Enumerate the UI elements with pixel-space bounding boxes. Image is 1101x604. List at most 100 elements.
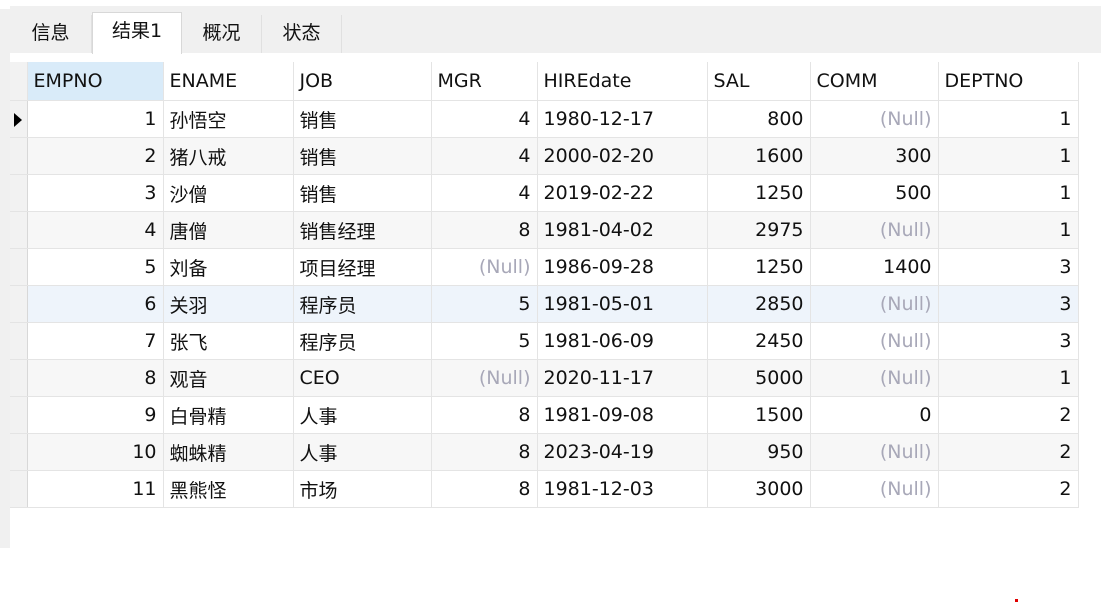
cell-ename[interactable]: 唐僧 (163, 211, 294, 249)
cell-hiredate[interactable]: 2019-02-22 (537, 174, 708, 212)
cell-comm[interactable]: (Null) (810, 211, 939, 249)
cell-sal[interactable]: 1250 (707, 248, 811, 286)
cell-hiredate[interactable]: 2020-11-17 (537, 359, 708, 397)
cell-job[interactable]: 销售 (293, 137, 432, 175)
cell-hiredate[interactable]: 1986-09-28 (537, 248, 708, 286)
cell-mgr[interactable]: 5 (431, 322, 538, 360)
cell-sal[interactable]: 1500 (707, 396, 811, 434)
cell-comm[interactable]: (Null) (810, 100, 939, 138)
table-row[interactable]: 5 刘备 项目经理 (Null) 1986-09-28 1250 1400 3 (10, 248, 1079, 286)
cell-ename[interactable]: 蜘蛛精 (163, 433, 294, 471)
cell-job[interactable]: 市场 (293, 470, 432, 508)
cell-mgr[interactable]: 8 (431, 470, 538, 508)
tab-result-1[interactable]: 结果1 (92, 12, 182, 54)
cell-deptno[interactable]: 1 (938, 359, 1079, 397)
cell-mgr[interactable]: 8 (431, 396, 538, 434)
cell-job[interactable]: 销售经理 (293, 211, 432, 249)
row-indicator[interactable] (10, 322, 28, 360)
cell-ename[interactable]: 猪八戒 (163, 137, 294, 175)
cell-hiredate[interactable]: 1980-12-17 (537, 100, 708, 138)
table-row[interactable]: 7 张飞 程序员 5 1981-06-09 2450 (Null) 3 (10, 322, 1079, 360)
cell-empno[interactable]: 11 (27, 470, 164, 508)
cell-deptno[interactable]: 1 (938, 211, 1079, 249)
cell-job[interactable]: CEO (293, 359, 432, 397)
cell-mgr[interactable]: 8 (431, 433, 538, 471)
column-header-sal[interactable]: SAL (707, 62, 811, 101)
cell-empno[interactable]: 4 (27, 211, 164, 249)
cell-hiredate[interactable]: 1981-05-01 (537, 285, 708, 323)
cell-comm[interactable]: 500 (810, 174, 939, 212)
table-row[interactable]: 2 猪八戒 销售 4 2000-02-20 1600 300 1 (10, 137, 1079, 175)
cell-ename[interactable]: 张飞 (163, 322, 294, 360)
cell-mgr[interactable]: 4 (431, 137, 538, 175)
cell-comm[interactable]: 1400 (810, 248, 939, 286)
cell-mgr[interactable]: 5 (431, 285, 538, 323)
column-header-comm[interactable]: COMM (810, 62, 939, 101)
cell-deptno[interactable]: 1 (938, 100, 1079, 138)
cell-sal[interactable]: 2850 (707, 285, 811, 323)
cell-ename[interactable]: 沙僧 (163, 174, 294, 212)
column-header-ename[interactable]: ENAME (163, 62, 294, 101)
cell-deptno[interactable]: 2 (938, 433, 1079, 471)
cell-mgr[interactable]: 4 (431, 174, 538, 212)
table-row[interactable]: 3 沙僧 销售 4 2019-02-22 1250 500 1 (10, 174, 1079, 212)
cell-mgr[interactable]: 8 (431, 211, 538, 249)
cell-deptno[interactable]: 3 (938, 248, 1079, 286)
cell-sal[interactable]: 800 (707, 100, 811, 138)
table-row[interactable]: 10 蜘蛛精 人事 8 2023-04-19 950 (Null) 2 (10, 433, 1079, 471)
cell-hiredate[interactable]: 2000-02-20 (537, 137, 708, 175)
row-indicator[interactable] (10, 433, 28, 471)
cell-sal[interactable]: 2975 (707, 211, 811, 249)
cell-hiredate[interactable]: 2023-04-19 (537, 433, 708, 471)
cell-comm[interactable]: 0 (810, 396, 939, 434)
table-row[interactable]: 6 关羽 程序员 5 1981-05-01 2850 (Null) 3 (10, 285, 1079, 323)
cell-ename[interactable]: 刘备 (163, 248, 294, 286)
cell-mgr[interactable]: (Null) (431, 248, 538, 286)
cell-ename[interactable]: 黑熊怪 (163, 470, 294, 508)
cell-hiredate[interactable]: 1981-12-03 (537, 470, 708, 508)
cell-empno[interactable]: 2 (27, 137, 164, 175)
row-indicator[interactable] (10, 396, 28, 434)
cell-job[interactable]: 项目经理 (293, 248, 432, 286)
cell-hiredate[interactable]: 1981-09-08 (537, 396, 708, 434)
row-indicator[interactable] (10, 211, 28, 249)
cell-ename[interactable]: 白骨精 (163, 396, 294, 434)
cell-empno[interactable]: 1 (27, 100, 164, 138)
cell-empno[interactable]: 8 (27, 359, 164, 397)
cell-hiredate[interactable]: 1981-04-02 (537, 211, 708, 249)
cell-job[interactable]: 销售 (293, 174, 432, 212)
column-header-mgr[interactable]: MGR (431, 62, 538, 101)
table-row[interactable]: 4 唐僧 销售经理 8 1981-04-02 2975 (Null) 1 (10, 211, 1079, 249)
row-indicator[interactable] (10, 137, 28, 175)
cell-comm[interactable]: (Null) (810, 285, 939, 323)
cell-sal[interactable]: 1250 (707, 174, 811, 212)
cell-comm[interactable]: 300 (810, 137, 939, 175)
cell-ename[interactable]: 观音 (163, 359, 294, 397)
table-row[interactable]: 9 白骨精 人事 8 1981-09-08 1500 0 2 (10, 396, 1079, 434)
tab-status[interactable]: 状态 (262, 15, 342, 53)
cell-empno[interactable]: 3 (27, 174, 164, 212)
cell-sal[interactable]: 1600 (707, 137, 811, 175)
cell-deptno[interactable]: 1 (938, 137, 1079, 175)
tab-overview[interactable]: 概况 (182, 15, 262, 53)
cell-empno[interactable]: 7 (27, 322, 164, 360)
column-header-hiredate[interactable]: HIREdate (537, 62, 708, 101)
row-indicator[interactable] (10, 285, 28, 323)
cell-deptno[interactable]: 3 (938, 322, 1079, 360)
column-header-job[interactable]: JOB (293, 62, 432, 101)
cell-comm[interactable]: (Null) (810, 470, 939, 508)
cell-job[interactable]: 人事 (293, 433, 432, 471)
table-row[interactable]: 1 孙悟空 销售 4 1980-12-17 800 (Null) 1 (10, 100, 1079, 138)
cell-comm[interactable]: (Null) (810, 322, 939, 360)
row-indicator[interactable] (10, 359, 28, 397)
cell-empno[interactable]: 9 (27, 396, 164, 434)
cell-sal[interactable]: 950 (707, 433, 811, 471)
cell-sal[interactable]: 3000 (707, 470, 811, 508)
cell-sal[interactable]: 2450 (707, 322, 811, 360)
cell-empno[interactable]: 10 (27, 433, 164, 471)
cell-ename[interactable]: 孙悟空 (163, 100, 294, 138)
row-indicator[interactable] (10, 248, 28, 286)
table-row[interactable]: 11 黑熊怪 市场 8 1981-12-03 3000 (Null) 2 (10, 470, 1079, 508)
row-indicator[interactable] (10, 470, 28, 508)
cell-sal[interactable]: 5000 (707, 359, 811, 397)
